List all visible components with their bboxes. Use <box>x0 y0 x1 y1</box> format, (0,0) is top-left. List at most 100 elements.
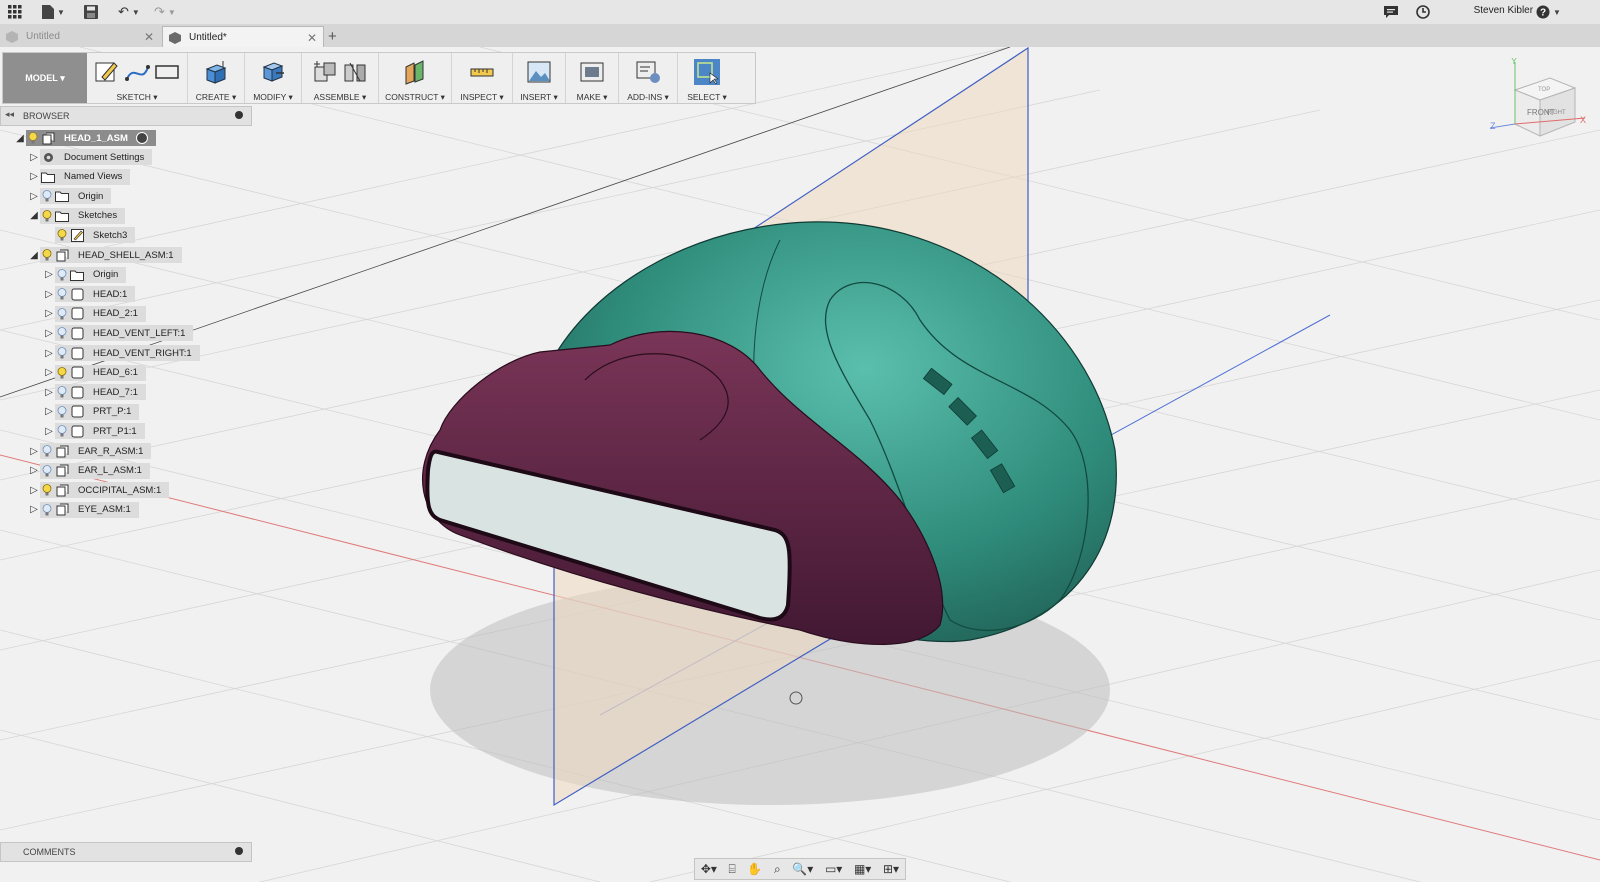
zoom-icon[interactable]: ⌕ <box>774 862 781 877</box>
new-tab-button[interactable]: + <box>328 26 348 47</box>
tree-item[interactable]: ▷ HEAD:1 <box>43 285 136 303</box>
pan-icon[interactable]: ✋ <box>747 862 762 876</box>
panel-toggle-icon[interactable] <box>235 111 243 119</box>
comments-panel[interactable]: COMMENTS <box>0 842 252 862</box>
visibility-bulb-icon[interactable] <box>55 306 69 322</box>
expand-triangle-icon[interactable]: ▷ <box>28 189 40 203</box>
save-icon[interactable] <box>84 3 98 21</box>
look-at-icon[interactable]: ⌸ <box>729 862 736 877</box>
tree-item[interactable]: ▷ Origin <box>28 187 112 205</box>
new-component-icon[interactable] <box>312 59 338 85</box>
browser-panel-header[interactable]: ◂◂ BROWSER <box>0 106 252 126</box>
visibility-bulb-icon[interactable] <box>40 482 54 498</box>
make-group[interactable]: MAKE ▾ <box>566 53 619 103</box>
select-group[interactable]: SELECT ▾ <box>678 53 736 103</box>
visibility-bulb-icon[interactable] <box>55 325 69 341</box>
tree-root[interactable]: ◢ HEAD_1_ASM <box>14 129 156 147</box>
expand-triangle-icon[interactable]: ▷ <box>43 366 55 380</box>
expand-triangle-icon[interactable]: ▷ <box>28 170 40 184</box>
view-cube-right-label[interactable]: RIGHT <box>1547 110 1566 116</box>
job-status-icon[interactable] <box>1416 3 1430 21</box>
grid-settings-icon[interactable]: ▦▾ <box>854 862 871 876</box>
tree-item[interactable]: ▷ PRT_P:1 <box>43 403 140 421</box>
scripts-icon[interactable] <box>635 59 661 85</box>
expand-triangle-icon[interactable]: ▷ <box>43 405 55 419</box>
close-icon[interactable]: ✕ <box>307 31 317 45</box>
tree-item[interactable]: ▷ PRT_P1:1 <box>43 422 145 440</box>
tree-item[interactable]: ▷ OCCIPITAL_ASM:1 <box>28 481 170 499</box>
undo-icon[interactable]: ↶ ▼ <box>118 3 140 21</box>
notifications-icon[interactable] <box>1384 3 1398 21</box>
press-pull-icon[interactable] <box>260 59 286 85</box>
visibility-bulb-icon[interactable] <box>55 404 69 420</box>
visibility-bulb-icon[interactable] <box>55 227 69 243</box>
insert-image-icon[interactable] <box>526 59 552 85</box>
3d-print-icon[interactable] <box>579 59 605 85</box>
joint-icon[interactable] <box>342 59 368 85</box>
tree-item[interactable]: ▷ HEAD_6:1 <box>43 364 146 382</box>
expand-triangle-icon[interactable]: ▷ <box>28 464 40 478</box>
user-menu[interactable]: Steven Kibler▼ <box>1474 5 1544 16</box>
expand-triangle-icon[interactable]: ▷ <box>43 268 55 282</box>
expand-triangle-icon[interactable]: ▷ <box>43 307 55 321</box>
collapse-triangle-icon[interactable]: ◢ <box>28 209 40 223</box>
activate-radio-icon[interactable] <box>135 132 148 144</box>
visibility-bulb-icon[interactable] <box>26 130 40 146</box>
measure-icon[interactable] <box>469 59 495 85</box>
expand-triangle-icon[interactable]: ▷ <box>28 444 40 458</box>
expand-triangle-icon[interactable]: ▷ <box>43 326 55 340</box>
expand-triangle-icon[interactable]: ▷ <box>43 346 55 360</box>
inspect-group[interactable]: INSPECT ▾ <box>452 53 513 103</box>
viewports-icon[interactable]: ⊞▾ <box>883 862 899 876</box>
visibility-bulb-icon[interactable] <box>40 502 54 518</box>
expand-triangle-icon[interactable]: ▷ <box>28 150 40 164</box>
visibility-bulb-icon[interactable] <box>40 188 54 204</box>
modify-group[interactable]: MODIFY ▾ <box>245 53 302 103</box>
tree-item[interactable]: ▷ HEAD_7:1 <box>43 383 146 401</box>
display-settings-icon[interactable]: ▭▾ <box>825 862 842 876</box>
redo-icon[interactable]: ↷ ▼ <box>154 3 176 21</box>
expand-triangle-icon[interactable]: ▷ <box>43 287 55 301</box>
expand-triangle-icon[interactable]: ▷ <box>43 385 55 399</box>
app-grid-icon[interactable] <box>8 3 22 21</box>
tree-item[interactable]: ▷ HEAD_VENT_LEFT:1 <box>43 324 194 342</box>
visibility-bulb-icon[interactable] <box>55 384 69 400</box>
collapse-panel-icon[interactable]: ◂◂ <box>5 109 14 120</box>
visibility-bulb-icon[interactable] <box>40 247 54 263</box>
visibility-bulb-icon[interactable] <box>40 443 54 459</box>
sketch-group[interactable]: SKETCH ▾ <box>87 53 188 103</box>
fit-icon[interactable]: 🔍▾ <box>792 862 813 876</box>
extrude-icon[interactable] <box>203 59 229 85</box>
construct-group[interactable]: CONSTRUCT ▾ <box>379 53 452 103</box>
collapse-triangle-icon[interactable]: ◢ <box>28 248 40 262</box>
assemble-group[interactable]: ASSEMBLE ▾ <box>302 53 379 103</box>
offset-plane-icon[interactable] <box>402 59 428 85</box>
view-cube[interactable]: FRONT RIGHT TOP Y X Z <box>1489 56 1590 148</box>
visibility-bulb-icon[interactable] <box>55 286 69 302</box>
select-icon[interactable] <box>694 59 720 85</box>
add-comment-icon[interactable] <box>235 847 243 855</box>
tree-item[interactable]: ▷ EAR_L_ASM:1 <box>28 462 150 480</box>
help-icon[interactable]: ? ▼ <box>1536 3 1561 21</box>
visibility-bulb-icon[interactable] <box>55 423 69 439</box>
tree-item[interactable]: ▷ HEAD_VENT_RIGHT:1 <box>43 344 200 362</box>
line-tool-icon[interactable] <box>124 59 150 85</box>
insert-group[interactable]: INSERT ▾ <box>513 53 566 103</box>
workspace-switcher[interactable]: MODEL ▾ <box>3 53 87 103</box>
expand-triangle-icon[interactable]: ▷ <box>43 424 55 438</box>
visibility-bulb-icon[interactable] <box>55 267 69 283</box>
tree-item[interactable]: ▷ HEAD_2:1 <box>43 305 146 323</box>
tree-item[interactable]: Sketch3 <box>43 226 136 244</box>
tree-item[interactable]: ▷ Named Views <box>28 168 131 186</box>
tab-untitled[interactable]: Untitled ✕ <box>0 26 160 47</box>
visibility-bulb-icon[interactable] <box>40 208 54 224</box>
expand-triangle-icon[interactable]: ▷ <box>28 483 40 497</box>
file-menu-icon[interactable]: ▼ <box>42 3 65 21</box>
view-cube-top-label[interactable]: TOP <box>1538 87 1550 93</box>
tree-item[interactable]: ▷ EYE_ASM:1 <box>28 501 139 519</box>
tree-item[interactable]: ◢ HEAD_SHELL_ASM:1 <box>28 246 182 264</box>
create-sketch-icon[interactable] <box>94 59 120 85</box>
tree-item[interactable]: ◢ Sketches <box>28 207 126 225</box>
tree-item[interactable]: ▷ EAR_R_ASM:1 <box>28 442 152 460</box>
expand-triangle-icon[interactable]: ▷ <box>28 503 40 517</box>
